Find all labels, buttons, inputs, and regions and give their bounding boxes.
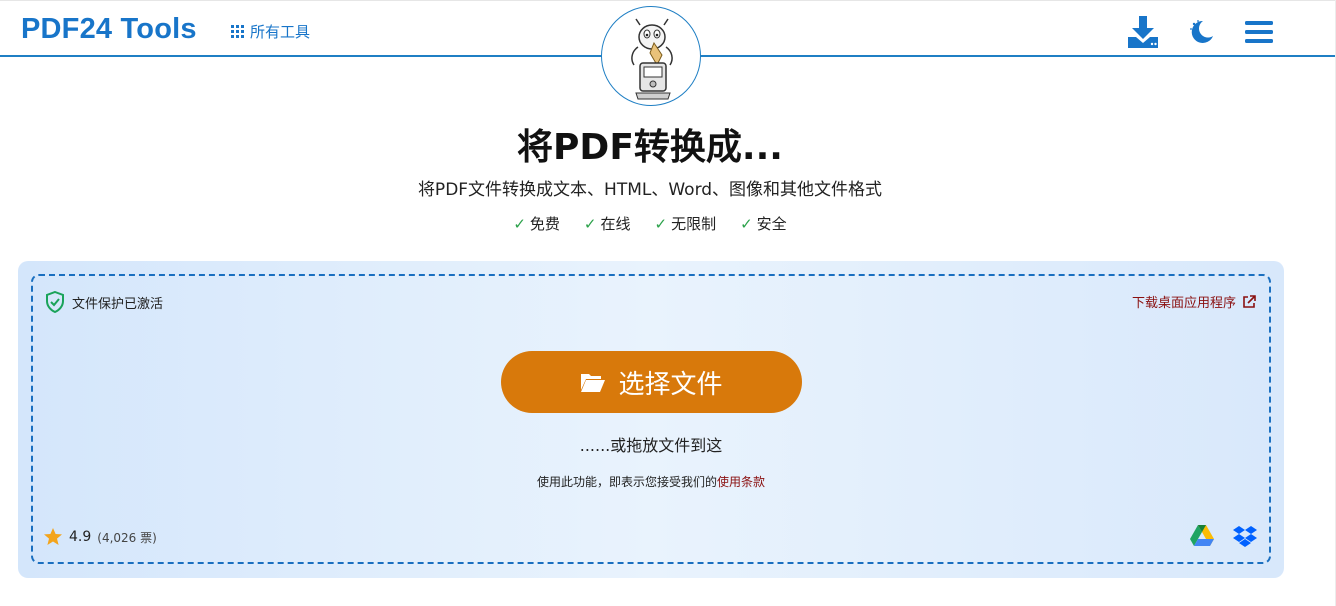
- feature-item: ✓ 安全: [740, 213, 787, 234]
- feature-item: ✓ 免费: [513, 213, 560, 234]
- dropbox-button[interactable]: [1233, 525, 1257, 547]
- external-link-icon: [1243, 294, 1256, 308]
- google-drive-icon: [1190, 525, 1214, 546]
- terms-notice: 使用此功能，即表示您接受我们的使用条款: [33, 473, 1269, 490]
- mascot-illustration: [631, 18, 673, 100]
- upload-panel: 文件保护已激活 下载桌面应用程序 选择文件 ......或拖放文件到这 使用此功…: [18, 261, 1284, 578]
- menu-button[interactable]: [1241, 14, 1277, 50]
- cloud-sources: [1189, 524, 1257, 547]
- page-subtitle: 将PDF文件转换成文本、HTML、Word、图像和其他文件格式: [417, 180, 883, 200]
- all-tools-label: 所有工具: [250, 23, 311, 41]
- rating[interactable]: 4.9 (4,026 票): [43, 527, 157, 547]
- terms-link[interactable]: 使用条款: [717, 475, 765, 489]
- grid-icon: [231, 25, 244, 38]
- file-protection-status: 文件保护已激活: [45, 291, 163, 313]
- choose-file-button[interactable]: 选择文件: [501, 351, 802, 413]
- shield-check-icon: [46, 291, 64, 313]
- site-logo[interactable]: PDF24 Tools: [21, 13, 197, 46]
- all-tools-link[interactable]: 所有工具: [231, 21, 310, 42]
- star-icon: [44, 528, 62, 545]
- menu-icon: [1245, 21, 1273, 43]
- check-icon: ✓: [513, 214, 526, 233]
- file-drop-zone[interactable]: 文件保护已激活 下载桌面应用程序 选择文件 ......或拖放文件到这 使用此功…: [31, 274, 1271, 564]
- feature-list: ✓ 免费 ✓ 在线 ✓ 无限制 ✓ 安全: [0, 213, 1300, 234]
- rating-value: 4.9: [69, 529, 92, 545]
- feature-label: 无限制: [671, 215, 717, 233]
- dropbox-icon: [1233, 525, 1257, 547]
- folder-open-icon: [581, 374, 606, 392]
- feature-label: 在线: [600, 215, 631, 233]
- download-desktop-app-label: 下载桌面应用程序: [1131, 296, 1236, 311]
- drop-hint: ......或拖放文件到这: [579, 436, 723, 455]
- choose-file-label: 选择文件: [618, 369, 723, 400]
- file-protection-label: 文件保护已激活: [72, 296, 164, 312]
- check-icon: ✓: [740, 214, 753, 233]
- mascot-logo[interactable]: [601, 6, 701, 106]
- dark-mode-button[interactable]: [1183, 14, 1219, 50]
- page-title: 将PDF转换成...: [517, 127, 783, 168]
- terms-prefix: 使用此功能，即表示您接受我们的: [536, 475, 717, 489]
- feature-item: ✓ 在线: [584, 213, 631, 234]
- dark-mode-icon: [1190, 20, 1213, 43]
- download-button[interactable]: [1125, 14, 1161, 50]
- rating-votes: (4,026 票): [97, 530, 157, 545]
- check-icon: ✓: [583, 214, 597, 233]
- check-icon: ✓: [654, 214, 668, 233]
- google-drive-button[interactable]: [1189, 524, 1215, 547]
- download-desktop-app-link[interactable]: 下载桌面应用程序: [1132, 292, 1256, 311]
- feature-item: ✓ 无限制: [655, 213, 717, 234]
- download-icon: [1128, 16, 1158, 48]
- feature-label: 安全: [756, 215, 787, 233]
- feature-label: 免费: [529, 215, 560, 233]
